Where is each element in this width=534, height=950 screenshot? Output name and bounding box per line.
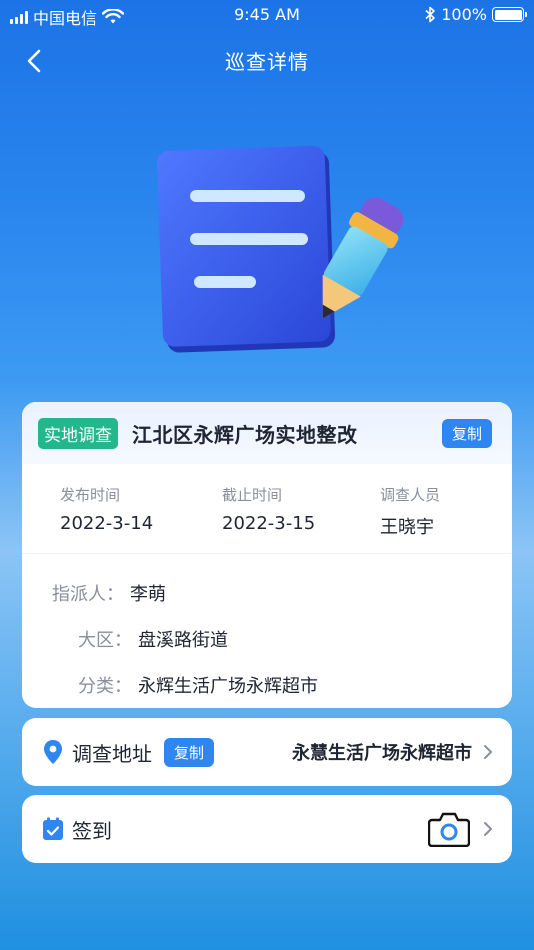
investigator-value: 王晓宇 [380, 517, 434, 538]
deadline-value: 2022-3-15 [222, 513, 316, 534]
status-right: 100% [425, 5, 527, 24]
assigner-row: 指派人： 李萌 [50, 570, 512, 616]
task-meta: 发布时间 2022-3-14 截止时间 2022-3-15 调查人员 王晓宇 [22, 464, 512, 554]
region-row: 大区： 盘溪路街道 [50, 616, 512, 662]
task-type-badge: 实地调查 [38, 417, 118, 449]
region-value: 盘溪路街道 [138, 630, 228, 651]
bluetooth-icon [425, 6, 436, 23]
signin-row[interactable]: 签到 [22, 795, 512, 863]
publish-time-value: 2022-3-14 [60, 513, 154, 534]
signin-label: 签到 [72, 818, 112, 843]
calendar-check-icon [43, 817, 63, 840]
location-pin-icon [44, 740, 62, 764]
battery-percent: 100% [441, 5, 487, 24]
investigator: 调查人员 王晓宇 [380, 484, 440, 553]
copy-title-button[interactable]: 复制 [441, 418, 492, 448]
publish-time: 发布时间 2022-3-14 [60, 484, 222, 553]
task-detail-rows: 指派人： 李萌 大区： 盘溪路街道 分类： 永辉生活广场永辉超市 [22, 554, 512, 708]
category-row: 分类： 永辉生活广场永辉超市 [50, 662, 512, 708]
chevron-right-icon [484, 745, 492, 759]
task-card-header: 实地调查 江北区永辉广场实地整改 复制 [22, 402, 512, 464]
copy-address-button[interactable]: 复制 [164, 737, 215, 767]
deadline: 截止时间 2022-3-15 [222, 484, 380, 553]
assigner-value: 李萌 [130, 584, 166, 605]
camera-icon[interactable] [428, 811, 470, 847]
investigator-label: 调查人员 [380, 486, 441, 504]
address-value: 永慧生活广场永辉超市 [292, 743, 472, 764]
region-label: 大区： [78, 630, 132, 651]
nav-bar: 巡查详情 [0, 40, 534, 80]
address-row[interactable]: 调查地址 复制 永慧生活广场永辉超市 [22, 718, 512, 786]
chevron-right-icon [484, 822, 492, 836]
assigner-label: 指派人： [52, 584, 124, 605]
category-value: 永辉生活广场永辉超市 [138, 676, 318, 697]
battery-icon [492, 7, 527, 22]
publish-time-label: 发布时间 [60, 486, 121, 504]
task-card: 实地调查 江北区永辉广场实地整改 复制 发布时间 2022-3-14 截止时间 … [22, 402, 512, 708]
category-label: 分类： [78, 676, 132, 697]
address-label: 调查地址 [72, 741, 152, 766]
page-title: 巡查详情 [225, 50, 309, 74]
document-pencil-illustration [156, 145, 404, 353]
deadline-label: 截止时间 [222, 486, 283, 504]
task-title: 江北区永辉广场实地整改 [132, 422, 358, 447]
status-bar: 中国电信 9:45 AM 100% [0, 0, 534, 30]
